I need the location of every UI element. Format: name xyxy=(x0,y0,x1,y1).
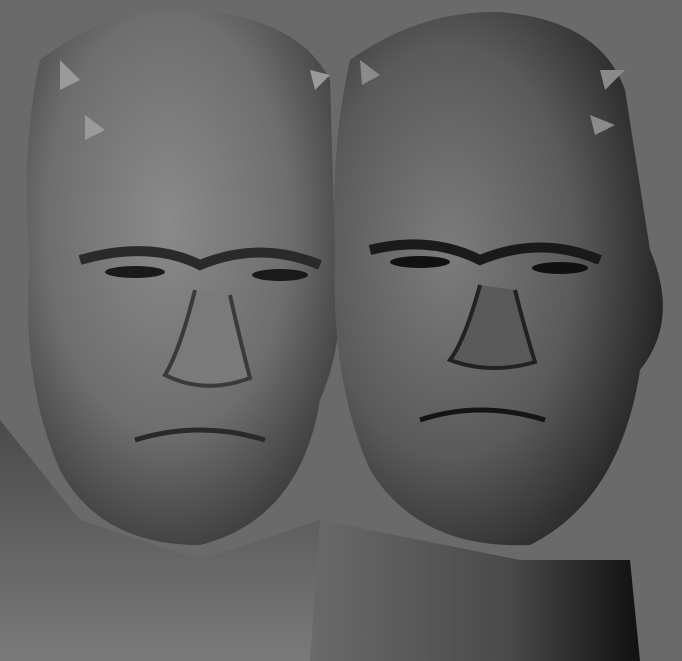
right-head xyxy=(310,11,663,661)
left-eye-left xyxy=(105,266,165,278)
right-eye-right xyxy=(532,262,588,274)
left-eye-right xyxy=(252,269,308,281)
left-head xyxy=(0,8,341,661)
right-eye-left xyxy=(390,256,450,268)
render-viewport xyxy=(0,0,682,661)
